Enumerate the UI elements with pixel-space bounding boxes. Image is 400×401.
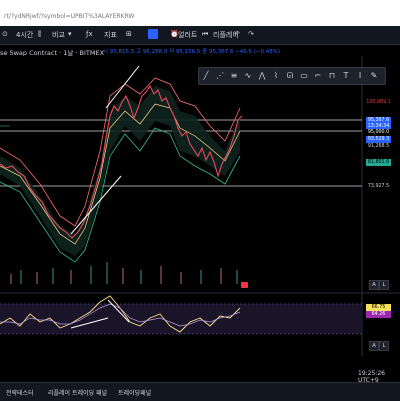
clock-icon[interactable]: ⊙ (2, 30, 8, 38)
tab-replay-trading[interactable]: 리플레이 트레이딩 패널 (48, 388, 107, 397)
oscillator-band (0, 304, 362, 334)
indicators-button[interactable]: 지표 (104, 30, 117, 40)
price-label-91268: 91,268.5 (366, 143, 391, 150)
event-marker-icon[interactable] (241, 282, 248, 288)
replay-icon[interactable]: ⏮ (202, 30, 208, 39)
redo-icon[interactable]: ↷ (248, 30, 254, 38)
rectangle-icon[interactable]: ▭ (299, 70, 309, 81)
price-label-95000: 95,000.0 (366, 129, 391, 136)
text-icon[interactable]: T (341, 70, 351, 81)
chevron-down-icon[interactable]: ▾ (68, 30, 72, 38)
chart-canvas[interactable] (0, 56, 400, 382)
price-label-81801: 81,801.6 (366, 159, 391, 166)
auto-scale-button[interactable]: A (369, 280, 379, 290)
compare-button[interactable]: 비교 (52, 30, 65, 40)
path-icon[interactable]: ⌇ (271, 70, 281, 81)
price-label-high: 100,989.1 (366, 99, 391, 106)
pencil-icon[interactable]: ✎ (369, 70, 379, 81)
pattern-icon[interactable]: ⋀ (257, 70, 267, 81)
alert-button[interactable]: 얼러트 (178, 30, 197, 40)
object-tree-icon[interactable] (148, 29, 158, 39)
ohlc-readout: 시 95,815.5 고 96,288.0 저 95,156.5 종 95,36… (103, 49, 281, 55)
brush-icon[interactable]: ∿ (243, 70, 253, 81)
bottom-panel-tabs: 전략테스터 리플레이 트레이딩 패널 트레이딩패널 (0, 382, 400, 401)
price-pane (0, 56, 362, 284)
tab-trading-panel[interactable]: 트레이딩패널 (118, 388, 151, 397)
price-label-73927: 73,927.5 (366, 183, 391, 190)
trendline-icon[interactable]: ╱ (201, 70, 211, 81)
ruler-icon[interactable]: ⊓ (327, 70, 337, 81)
browser-address-bar[interactable]: rt/?ydNRjwf/?symbol=UPBIT%3ALAYERKRW (0, 0, 400, 26)
text-tool-icon[interactable]: Ⅰ (355, 70, 365, 81)
osc-auto-scale-button[interactable]: A (369, 341, 379, 351)
log-scale-button[interactable]: L (379, 280, 389, 290)
fib-icon[interactable]: ⋰ (215, 70, 225, 81)
osc-label-2: 64.26 (366, 311, 391, 318)
channel-icon[interactable]: ≡ (229, 70, 239, 81)
price-label-93529: 93,529.3 (366, 136, 391, 143)
tab-strategy-tester[interactable]: 전략테스터 (6, 388, 34, 397)
layout-icon[interactable]: ⊞ (126, 30, 132, 38)
osc-log-scale-button[interactable]: L (379, 341, 389, 351)
chart-top-toolbar: ⊙ 4시간 ⫼ 비교 ▾ ƒx 지표 ⊞ ⏰ 얼러트 ⏮ 리플레이 ↶ ↷ (0, 26, 400, 45)
url-text: rt/?ydNRjwf/?symbol=UPBIT%3ALAYERKRW (4, 13, 135, 20)
candle-type-icon[interactable]: ⫼ (38, 30, 41, 39)
ray-icon[interactable]: ⌐ (313, 70, 323, 81)
osc-label-1: 66.75 (366, 304, 391, 311)
drawing-toolbar: ╱ ⋰ ≡ ∿ ⋀ ⌇ ᘏ ▭ ⌐ ⊓ T Ⅰ ✎ (198, 67, 386, 85)
undo-icon[interactable]: ↶ (234, 30, 240, 38)
interval-selector[interactable]: 4시간 (16, 30, 33, 40)
indicators-icon[interactable]: ƒx (86, 30, 93, 38)
zigzag-icon[interactable]: ᘏ (285, 70, 295, 81)
